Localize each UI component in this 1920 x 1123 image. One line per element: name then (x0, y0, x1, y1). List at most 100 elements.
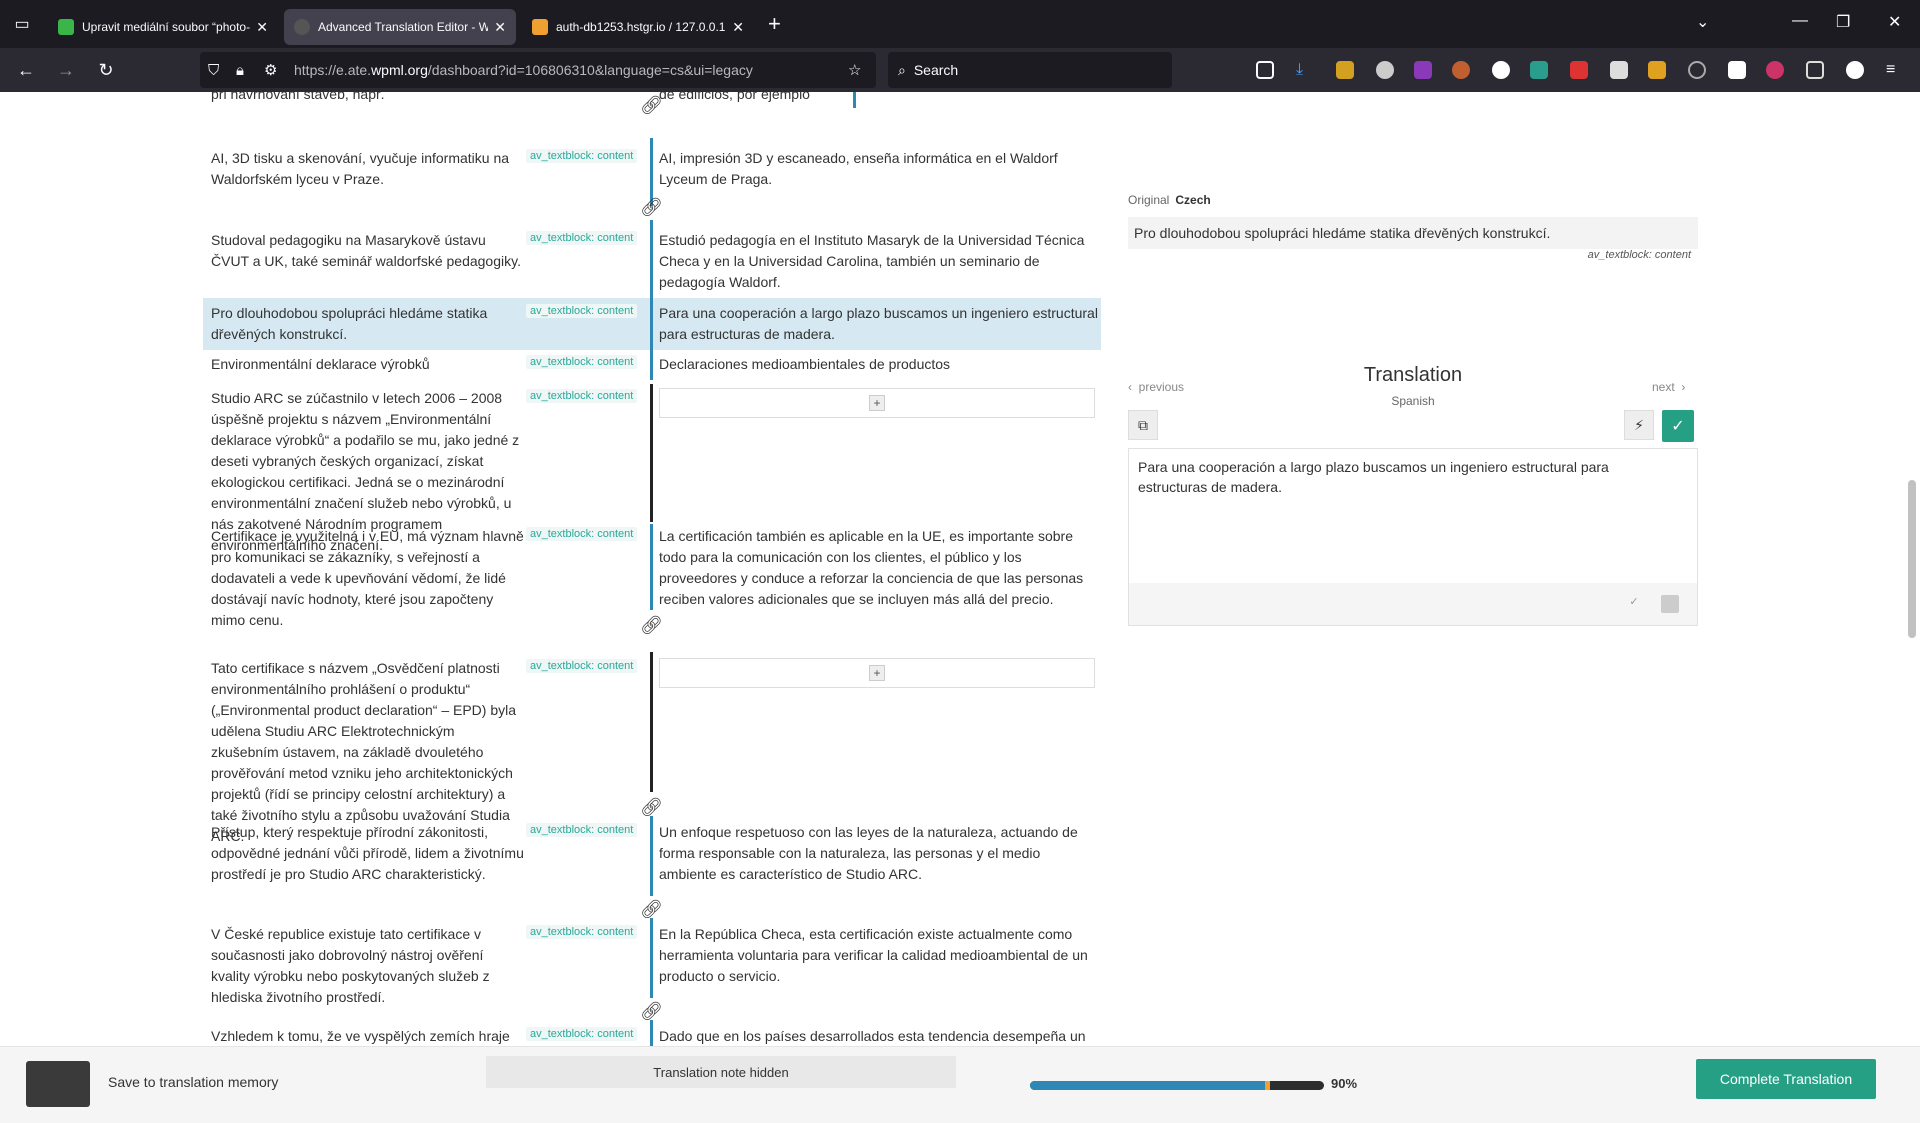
add-translation-button[interactable]: + (869, 665, 885, 681)
segment-target[interactable]: Estudió pedagogía en el Instituto Masary… (659, 230, 1099, 293)
back-icon[interactable]: ← (6, 60, 46, 81)
close-icon[interactable]: ✕ (256, 19, 268, 36)
extension-save-icon[interactable] (1530, 61, 1548, 79)
reload-icon[interactable]: ↻ (86, 60, 126, 81)
segment-target[interactable]: Dado que en los países desarrollados est… (659, 1026, 1099, 1046)
link-segments-icon[interactable]: 🔗︎ (640, 94, 663, 116)
link-segments-icon[interactable]: 🔗︎ (640, 796, 663, 818)
download-icon[interactable]: ⤓ (1296, 61, 1314, 79)
segment-target[interactable]: Declaraciones medioambientales de produc… (659, 354, 1099, 375)
segment-target[interactable]: La certificación también es aplicable en… (659, 526, 1099, 610)
image-icon[interactable] (1661, 595, 1679, 613)
tab-favicon-icon (532, 19, 548, 35)
editor-toolbar: ✓ (1129, 583, 1697, 625)
segment-target[interactable]: Para una cooperación a largo plazo busca… (659, 303, 1099, 345)
next-button[interactable]: next › (1652, 380, 1685, 394)
segment-target[interactable]: Un enfoque respetuoso con las leyes de l… (659, 822, 1099, 885)
confirm-translation-button[interactable]: ✓ (1662, 410, 1694, 442)
segment-target[interactable]: En la República Checa, esta certificació… (659, 924, 1099, 987)
pocket-icon[interactable] (1256, 61, 1274, 79)
translation-editor: při navrhování staveb, např. de edificio… (0, 92, 1920, 1123)
segment-target[interactable]: de edificios, por ejemplo (659, 92, 1099, 105)
close-icon[interactable]: ✕ (494, 19, 506, 36)
complete-translation-button[interactable]: Complete Translation (1696, 1059, 1876, 1099)
translation-note-label: Translation note hidden (653, 1064, 789, 1080)
browser-tab-db[interactable]: auth-db1253.hstgr.io / 127.0.0.1 / u ✕ (522, 9, 754, 45)
footer-bar: Save to translation memory Translation n… (0, 1046, 1920, 1123)
translation-editor-box[interactable]: Para una cooperación a largo plazo busca… (1128, 448, 1698, 626)
extension-circle-icon[interactable] (1766, 61, 1784, 79)
link-segments-icon[interactable]: 🔗︎ (640, 898, 663, 920)
shield-icon[interactable]: ⛉ (208, 62, 219, 79)
extension-badge-icon[interactable] (1570, 61, 1588, 79)
lock-icon[interactable]: 🔒︎ (236, 62, 244, 79)
power-icon[interactable] (1688, 61, 1706, 79)
tab-overflow-chevron-icon[interactable]: ⌄ (1696, 12, 1709, 32)
link-segments-icon[interactable]: 🔗︎ (640, 614, 663, 636)
link-segments-icon[interactable]: 🔗︎ (640, 1000, 663, 1022)
link-segments-icon[interactable]: 🔗︎ (640, 196, 663, 218)
translation-note-button[interactable]: Translation note hidden (486, 1056, 956, 1088)
translation-textarea[interactable]: Para una cooperación a largo plazo busca… (1138, 457, 1678, 497)
restore-icon[interactable]: ❐ (1836, 12, 1850, 32)
segment-source: Pro dlouhodobou spolupráci hledáme stati… (211, 305, 488, 342)
extension-pen-icon[interactable] (1336, 61, 1354, 79)
segments-list: při navrhování staveb, např. de edificio… (0, 92, 1110, 1046)
segment-tag: av_textblock: content (526, 231, 638, 245)
segment-source: V České republice existuje tato certifik… (211, 926, 490, 1005)
tab-label: auth-db1253.hstgr.io / 127.0.0.1 / u (556, 20, 727, 34)
segment-tag: av_textblock: content (526, 389, 638, 403)
extensions-puzzle-icon[interactable] (1806, 61, 1824, 79)
memory-toggle[interactable] (26, 1061, 90, 1107)
segment-source: Přístup, který respektuje přírodní zákon… (211, 824, 524, 882)
segment-source: Certifikace je využitelná i v EU, má výz… (211, 528, 524, 628)
minimize-icon[interactable]: — (1792, 12, 1808, 30)
spellcheck-icon[interactable]: ✓ (1625, 595, 1643, 613)
scrollbar-thumb[interactable] (1908, 480, 1916, 638)
new-tab-icon[interactable]: + (768, 11, 781, 37)
empty-translation-box[interactable]: + (659, 658, 1095, 688)
segment-tag: av_textblock: content (526, 659, 638, 673)
progress-percent: 90% (1331, 1076, 1358, 1091)
forward-icon[interactable]: → (46, 60, 86, 81)
window-close-icon[interactable]: ✕ (1888, 12, 1901, 32)
copy-icon: ⧉ (1138, 416, 1148, 433)
browser-tab-ate[interactable]: Advanced Translation Editor - WPML ✕ (284, 9, 516, 45)
extension-h-icon[interactable] (1728, 61, 1746, 79)
segment-source: Vzhledem k tomu, že ve vyspělých zemích … (211, 1028, 510, 1044)
permissions-icon[interactable]: ⚙︎ (264, 61, 277, 79)
tab-list-icon[interactable]: ▭ (0, 0, 44, 48)
extension-bitwarden-icon[interactable] (1492, 61, 1510, 79)
original-language: Czech (1175, 193, 1211, 207)
segment-tag: av_textblock: content (526, 925, 638, 939)
empty-translation-box[interactable]: + (659, 388, 1095, 418)
progress-fill (1030, 1081, 1265, 1090)
extension-doc-icon[interactable] (1610, 61, 1628, 79)
extension-onenote-icon[interactable] (1414, 61, 1432, 79)
browser-tab-media[interactable]: Upravit mediální soubor “photo-1… ✕ (48, 9, 278, 45)
search-bar[interactable]: ⌕ Search (888, 52, 1172, 88)
search-icon: ⌕ (898, 61, 906, 78)
original-label: Original (1128, 193, 1170, 207)
extension-palette-icon[interactable] (1452, 61, 1470, 79)
segment-target[interactable]: AI, impresión 3D y escaneado, enseña inf… (659, 148, 1099, 190)
account-icon[interactable] (1846, 61, 1864, 79)
progress-marker (1265, 1081, 1270, 1090)
link-segments-icon[interactable] (640, 114, 662, 136)
segment-tag: av_textblock: content (526, 823, 638, 837)
segment-source: Environmentální deklarace výrobků (211, 356, 430, 372)
extension-gear-icon[interactable] (1376, 61, 1394, 79)
menu-hamburger-icon[interactable]: ≡ (1886, 61, 1904, 79)
add-translation-button[interactable]: + (869, 395, 885, 411)
bookmark-star-icon[interactable]: ☆ (848, 61, 861, 79)
copy-original-button[interactable]: ⧉ (1128, 410, 1158, 440)
segment-tag: av_textblock: content (526, 355, 638, 369)
chevron-right-icon: › (1681, 380, 1686, 394)
lightning-icon: ⚡︎ (1634, 416, 1644, 433)
segment-divider (650, 384, 653, 522)
machine-translate-button[interactable]: ⚡︎ (1624, 410, 1654, 440)
translation-panel: Original Czech Pro dlouhodobou spolupráci… (1110, 92, 1920, 1046)
extension-pencil-icon[interactable] (1648, 61, 1666, 79)
url-bar[interactable]: ⛉ 🔒︎ ⚙︎ https://e.ate.wpml.org/dashboard… (200, 52, 876, 88)
close-icon[interactable]: ✕ (732, 19, 744, 36)
